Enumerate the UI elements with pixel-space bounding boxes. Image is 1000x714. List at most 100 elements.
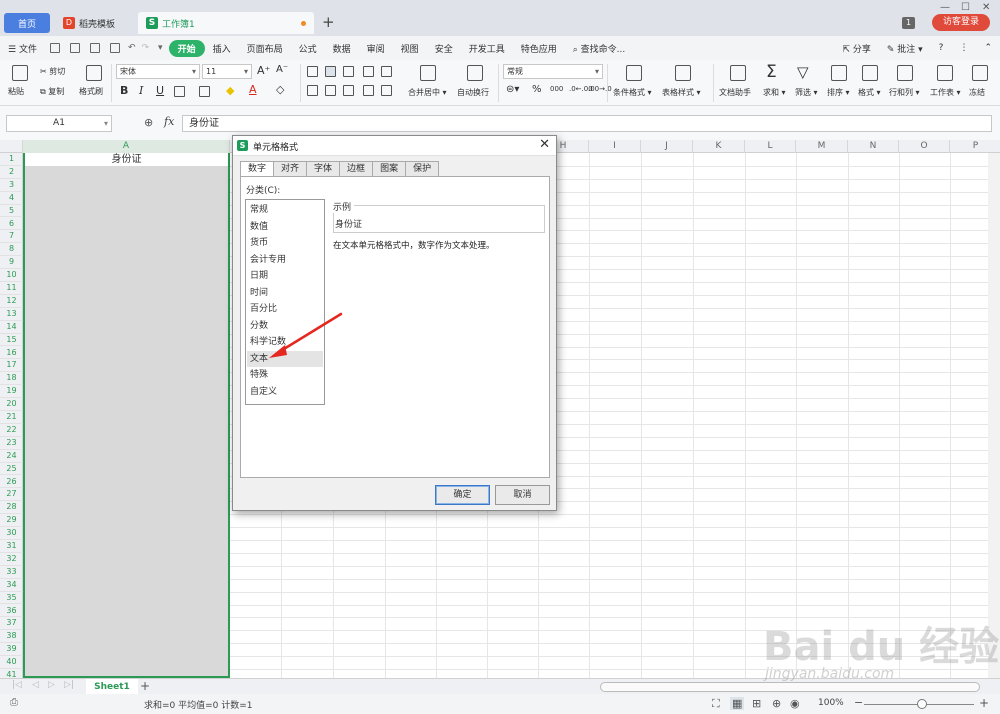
- wrap-text-button[interactable]: 自动换行: [457, 87, 489, 98]
- menu-view[interactable]: 视图: [393, 42, 427, 55]
- align-middle-icon[interactable]: [325, 66, 336, 77]
- tab-protection[interactable]: 保护: [405, 161, 440, 176]
- normal-view-icon[interactable]: ▦: [730, 697, 745, 710]
- font-size-select[interactable]: 11: [202, 64, 252, 79]
- tab-pattern[interactable]: 图案: [372, 161, 407, 176]
- row-header[interactable]: 41: [0, 669, 23, 678]
- row-header[interactable]: 32: [0, 553, 23, 566]
- tab-workbook[interactable]: S 工作簿1: [138, 12, 314, 34]
- row-header[interactable]: 12: [0, 295, 23, 308]
- category-custom[interactable]: 自定义: [247, 384, 323, 401]
- align-right-icon[interactable]: [343, 85, 354, 96]
- row-header[interactable]: 28: [0, 501, 23, 515]
- paste-icon[interactable]: [12, 65, 28, 81]
- row-header[interactable]: 6: [0, 218, 23, 231]
- sort-icon[interactable]: [831, 65, 847, 81]
- row-header[interactable]: 30: [0, 527, 23, 540]
- column-header-m[interactable]: M: [796, 140, 848, 153]
- row-col-icon[interactable]: [897, 65, 913, 81]
- doc-helper-button[interactable]: 文档助手: [719, 87, 751, 98]
- tab-home[interactable]: 首页: [4, 13, 50, 33]
- row-header[interactable]: 4: [0, 192, 23, 205]
- number-format-select[interactable]: 常规: [503, 64, 603, 79]
- worksheet-button[interactable]: 工作表 ▾: [930, 87, 961, 98]
- column-header-i[interactable]: I: [589, 140, 641, 153]
- format-painter-button[interactable]: 格式刷: [79, 86, 103, 97]
- minimize-icon[interactable]: —: [940, 2, 950, 13]
- menu-insert[interactable]: 插入: [205, 42, 239, 55]
- merge-center-icon[interactable]: [420, 65, 436, 81]
- row-header[interactable]: 24: [0, 450, 23, 463]
- comment-button[interactable]: ✎ 批注 ▾: [879, 42, 931, 55]
- menu-formulas[interactable]: 公式: [291, 42, 325, 55]
- category-number[interactable]: 数值: [247, 219, 323, 236]
- bold-icon[interactable]: B: [120, 84, 128, 97]
- underline-icon[interactable]: U: [156, 84, 164, 97]
- indent-increase-icon[interactable]: [381, 66, 392, 77]
- row-header[interactable]: 25: [0, 463, 23, 476]
- row-header[interactable]: 15: [0, 334, 23, 347]
- help-icon[interactable]: ?: [931, 43, 952, 53]
- zoom-in-icon[interactable]: +: [979, 696, 989, 710]
- name-box[interactable]: A1: [6, 115, 112, 132]
- font-color-icon[interactable]: A: [249, 83, 257, 96]
- distributed-icon[interactable]: [381, 85, 392, 96]
- sheet-tab[interactable]: Sheet1: [86, 679, 138, 695]
- column-header-a[interactable]: A: [23, 140, 230, 153]
- menu-page-layout[interactable]: 页面布局: [239, 42, 291, 55]
- close-icon[interactable]: ✕: [982, 2, 990, 13]
- first-sheet-icon[interactable]: |◁: [12, 680, 22, 690]
- row-header[interactable]: 10: [0, 269, 23, 282]
- row-header[interactable]: 11: [0, 282, 23, 295]
- column-header-n[interactable]: N: [848, 140, 899, 153]
- dialog-close-icon[interactable]: ✕: [539, 137, 550, 152]
- print-preview-icon[interactable]: [109, 43, 120, 53]
- tab-number[interactable]: 数字: [240, 161, 275, 177]
- freeze-button[interactable]: 冻结: [969, 87, 985, 98]
- format-icon[interactable]: [862, 65, 878, 81]
- row-header[interactable]: 37: [0, 617, 23, 631]
- tab-border[interactable]: 边框: [339, 161, 374, 176]
- conditional-format-icon[interactable]: [626, 65, 642, 81]
- dialog-title-bar[interactable]: S 单元格格式 ✕: [233, 136, 556, 156]
- conditional-format-button[interactable]: 条件格式 ▾: [613, 87, 652, 98]
- row-header[interactable]: 36: [0, 605, 23, 618]
- row-header[interactable]: 27: [0, 488, 23, 502]
- category-special[interactable]: 特殊: [247, 367, 323, 384]
- maximize-icon[interactable]: ☐: [961, 2, 970, 13]
- align-top-icon[interactable]: [307, 66, 318, 77]
- zoom-formula-icon[interactable]: ⊕: [144, 116, 153, 129]
- row-header[interactable]: 22: [0, 424, 23, 437]
- row-header[interactable]: 31: [0, 540, 23, 553]
- category-list[interactable]: 常规 数值 货币 会计专用 日期 时间 百分比 分数 科学记数 文本 特殊 自定…: [245, 199, 325, 405]
- table-style-icon[interactable]: [675, 65, 691, 81]
- row-header[interactable]: 29: [0, 514, 23, 528]
- reading-mode-icon[interactable]: ⊕: [772, 697, 781, 710]
- macro-icon[interactable]: ⎙: [10, 697, 18, 708]
- column-a-selection[interactable]: [23, 153, 230, 678]
- eye-protection-icon[interactable]: ◉: [790, 697, 800, 710]
- redo-icon[interactable]: ↷: [139, 43, 153, 53]
- row-header[interactable]: 40: [0, 656, 23, 669]
- fullscreen-icon[interactable]: ⛶: [712, 697, 720, 711]
- menu-special[interactable]: 特色应用: [513, 42, 565, 55]
- row-header[interactable]: 7: [0, 230, 23, 244]
- thousands-button[interactable]: 000: [550, 85, 563, 93]
- row-header[interactable]: 17: [0, 359, 23, 373]
- zoom-out-icon[interactable]: −: [854, 696, 863, 709]
- paste-button[interactable]: 粘贴: [8, 86, 24, 97]
- row-header[interactable]: 33: [0, 566, 23, 579]
- cell-a1[interactable]: 身份证: [25, 153, 228, 166]
- row-header[interactable]: 9: [0, 256, 23, 270]
- tab-alignment[interactable]: 对齐: [273, 161, 308, 176]
- add-sheet-button[interactable]: +: [140, 679, 150, 694]
- format-painter-icon[interactable]: [86, 65, 102, 81]
- clear-format-icon[interactable]: ◇: [276, 83, 284, 96]
- wrap-text-icon[interactable]: [467, 65, 483, 81]
- quick-access-dropdown-icon[interactable]: ▾: [152, 43, 169, 53]
- menu-developer[interactable]: 开发工具: [461, 42, 513, 55]
- select-all-corner[interactable]: [0, 140, 23, 153]
- row-header[interactable]: 3: [0, 179, 23, 192]
- row-header[interactable]: 38: [0, 630, 23, 644]
- align-bottom-icon[interactable]: [343, 66, 354, 77]
